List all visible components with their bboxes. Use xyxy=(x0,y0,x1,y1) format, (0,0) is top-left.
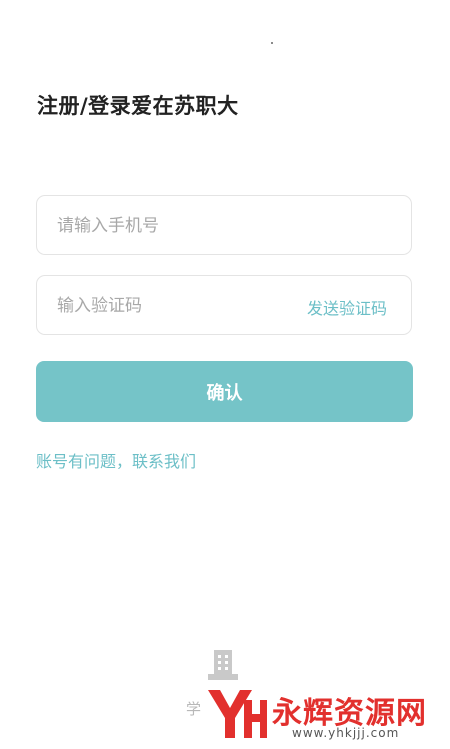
footer-text: 学 xyxy=(186,700,202,718)
account-help-link[interactable]: 账号有问题，联系我们 xyxy=(36,448,196,472)
page-title: 注册/登录爱在苏职大 xyxy=(37,94,239,118)
building-icon xyxy=(208,650,238,680)
watermark-url: www.yhkjjj.com xyxy=(292,726,400,740)
phone-input[interactable] xyxy=(55,196,299,256)
send-code-button[interactable]: 发送验证码 xyxy=(307,295,387,319)
code-input[interactable] xyxy=(55,276,299,336)
yh-logo xyxy=(208,690,267,738)
confirm-button[interactable]: 确认 xyxy=(36,361,413,422)
phone-field[interactable] xyxy=(36,195,412,256)
login-page: 注册/登录爱在苏职大 发送验证码 确认 账号有问题，联系我们 学 永辉资源网 w… xyxy=(0,0,450,749)
status-dot xyxy=(271,42,273,44)
code-field[interactable]: 发送验证码 xyxy=(36,275,412,336)
watermark: 永辉资源网 www.yhkjjj.com xyxy=(204,680,444,746)
